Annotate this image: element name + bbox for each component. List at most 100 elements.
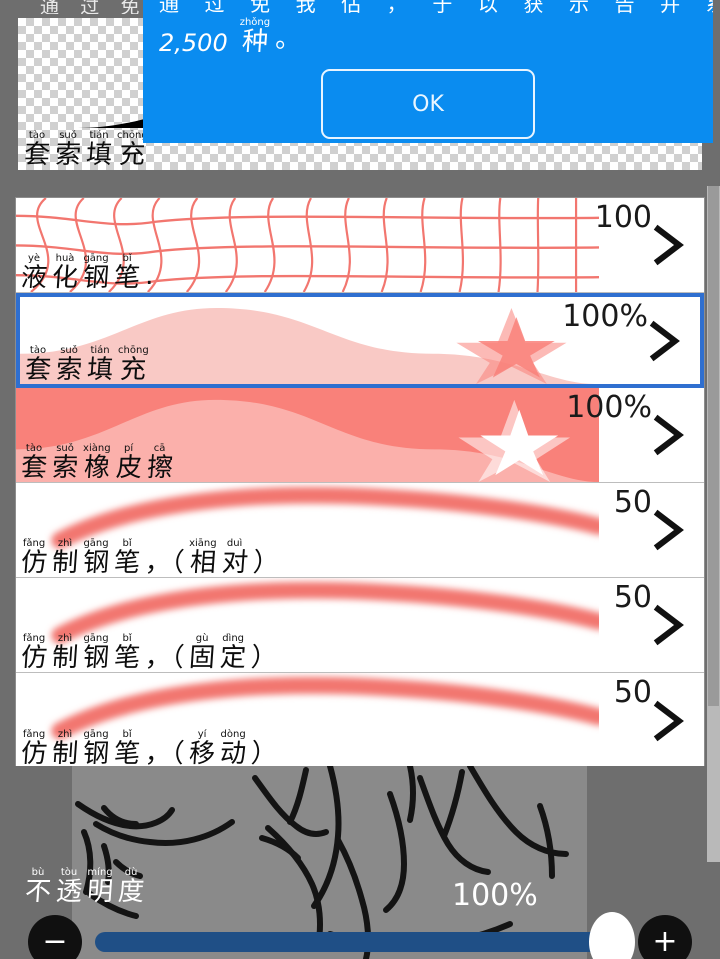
chevron-right-icon[interactable] <box>652 413 686 457</box>
minus-icon: − <box>42 924 68 959</box>
ok-button[interactable]: OK <box>321 69 535 139</box>
opacity-increase-button[interactable]: + <box>638 915 692 959</box>
opacity-label-hanzi-1: 透 <box>54 877 84 907</box>
tool-label-lasso-eraser-hanzi-4: 擦 <box>145 453 174 482</box>
tool-label-lasso-eraser-char-1: suǒ 索 <box>51 444 79 483</box>
tool-row-liquify-pen[interactable]: yè 液 huà 化 gāng 钢 bǐ 笔. 100 <box>16 198 704 293</box>
tool-label-clone-pen-moving-char-5: yí 移 <box>188 730 217 769</box>
scrollbar-track[interactable] <box>707 186 720 862</box>
opacity-label-char-0: bù 不 <box>24 868 52 908</box>
tool-label-clone-pen-moving-hanzi-4: ，（ <box>144 739 186 768</box>
plus-icon: + <box>652 924 678 959</box>
top-preview-label-char-0: tào 套 <box>22 131 52 171</box>
tool-row-lasso-fill[interactable]: tào 套 suǒ 索 tián 填 chōng 充 100% <box>16 293 704 388</box>
tool-label-clone-pen-moving-char-2: gāng 钢 <box>82 730 110 769</box>
dialog-count-row: 2,500 zhǒng 种。 <box>159 18 301 58</box>
tool-label-lasso-fill: tào 套 suǒ 索 tián 填 chōng 充 <box>23 346 149 385</box>
opacity-label-hanzi-3: 度 <box>116 877 146 907</box>
tool-label-clone-pen-moving-hanzi-5: 移 <box>188 739 217 768</box>
tool-label-clone-pen-relative-hanzi-5: 相 <box>188 548 217 577</box>
dialog-unit-hanzi-0: 种 <box>240 27 269 57</box>
tool-row-right-clone-pen-moving: 50 <box>599 673 704 768</box>
tool-label-lasso-fill-char-2: tián 填 <box>86 346 114 385</box>
tool-value-clone-pen-moving: 50 <box>613 675 652 710</box>
tool-label-clone-pen-relative-char-0: fǎng 仿 <box>19 539 49 578</box>
tool-label-clone-pen-fixed-hanzi-1: 制 <box>50 643 80 672</box>
tool-row-right-lasso-eraser: 100% <box>566 388 704 482</box>
tool-row-clone-pen-moving[interactable]: fǎng 仿 zhì 制 gāng 钢 bǐ 笔 ，（ yí 移 dòng 动 ） 50 <box>16 673 704 768</box>
tool-label-clone-pen-moving-hanzi-3: 笔 <box>112 739 142 768</box>
top-preview-label-hanzi-3: 充 <box>118 140 147 170</box>
top-preview-label-char-1: suǒ 索 <box>54 131 82 171</box>
tool-label-clone-pen-relative-hanzi-6: 对 <box>220 548 249 577</box>
tool-label-lasso-fill-char-3: chōng 充 <box>118 346 149 385</box>
tool-preview-clone-pen-relative: fǎng 仿 zhì 制 gāng 钢 bǐ 笔 ，（ xiāng 相 duì 对 ） <box>16 483 599 577</box>
opacity-decrease-button[interactable]: − <box>28 915 82 959</box>
chevron-right-icon[interactable] <box>652 508 686 552</box>
tool-label-clone-pen-moving-char-1: zhì 制 <box>50 730 80 769</box>
tool-preview-clone-pen-moving: fǎng 仿 zhì 制 gāng 钢 bǐ 笔 ，（ yí 移 dòng 动 ） <box>16 673 599 768</box>
tool-label-clone-pen-fixed-hanzi-7: ） <box>250 643 279 672</box>
tool-row-clone-pen-relative[interactable]: fǎng 仿 zhì 制 gāng 钢 bǐ 笔 ，（ xiāng 相 duì 对 ） 50 <box>16 483 704 578</box>
tool-label-lasso-eraser-char-4: cā 擦 <box>145 444 174 483</box>
tool-label-clone-pen-fixed-char-3: bǐ 笔 <box>112 634 142 673</box>
opacity-label-char-3: dù 度 <box>116 868 146 908</box>
tool-value-liquify-pen: 100 <box>594 200 652 235</box>
opacity-slider-track[interactable] <box>95 932 602 952</box>
tool-label-clone-pen-moving-hanzi-6: 动 <box>219 739 248 768</box>
tool-label-clone-pen-relative-char-3: bǐ 笔 <box>112 539 142 578</box>
tool-label-clone-pen-fixed-char-5: gù 固 <box>188 634 216 673</box>
tool-label-clone-pen-fixed-char-6: dìng 定 <box>219 634 247 673</box>
tool-row-right-liquify-pen: 100 <box>595 198 704 292</box>
tool-value-clone-pen-relative: 50 <box>613 485 652 520</box>
tool-label-clone-pen-fixed-hanzi-3: 笔 <box>112 643 142 672</box>
tool-row-clone-pen-fixed[interactable]: fǎng 仿 zhì 制 gāng 钢 bǐ 笔 ，（ gù 固 dìng 定 ） 50 <box>16 578 704 673</box>
chevron-right-icon[interactable] <box>652 223 686 267</box>
tool-label-clone-pen-fixed-char-2: gāng 钢 <box>81 634 111 673</box>
tool-label-clone-pen-relative-hanzi-0: 仿 <box>19 548 49 577</box>
top-preview-label-hanzi-0: 套 <box>22 140 52 170</box>
tool-label-liquify-pen-char-2: gāng 钢 <box>82 254 110 293</box>
tool-label-liquify-pen-hanzi-3: 笔 <box>112 263 142 292</box>
tool-value-clone-pen-fixed: 50 <box>613 580 652 615</box>
tool-label-clone-pen-relative-hanzi-3: 笔 <box>112 548 142 577</box>
tool-row-right-lasso-fill: 100% <box>562 297 700 384</box>
tool-label-lasso-fill-hanzi-0: 套 <box>23 355 53 384</box>
tool-list[interactable]: yè 液 huà 化 gāng 钢 bǐ 笔. 100 tào 套 suǒ 索 tián 填 chōng 充 1… <box>15 197 705 862</box>
tool-label-lasso-fill-hanzi-1: 索 <box>54 355 84 384</box>
top-preview-label: tào 套 suǒ 索 tián 填 chōng 充 <box>22 126 148 171</box>
chevron-right-icon[interactable] <box>652 603 686 647</box>
tool-label-clone-pen-fixed-hanzi-0: 仿 <box>19 643 49 672</box>
tool-label-clone-pen-relative-char-5: xiāng 相 <box>188 539 217 578</box>
tool-label-clone-pen-fixed-char-1: zhì 制 <box>50 634 80 673</box>
top-preview-label-hanzi-2: 填 <box>84 140 114 170</box>
tool-value-lasso-fill: 100% <box>562 299 648 334</box>
tool-row-right-clone-pen-relative: 50 <box>599 483 704 577</box>
scrollbar-thumb[interactable] <box>708 186 719 706</box>
tool-label-lasso-eraser-hanzi-2: 橡 <box>82 453 111 482</box>
tool-label-clone-pen-fixed: fǎng 仿 zhì 制 gāng 钢 bǐ 笔 ，（ gù 固 dìng 定 ） <box>19 634 279 673</box>
chevron-right-icon[interactable] <box>648 319 682 363</box>
tool-label-clone-pen-relative-char-4: ，（ <box>144 539 186 577</box>
tool-label-lasso-eraser-hanzi-0: 套 <box>19 453 49 482</box>
tool-label-clone-pen-fixed-char-7: ） <box>250 634 279 672</box>
tool-label-clone-pen-relative-char-2: gāng 钢 <box>82 539 110 578</box>
tool-preview-clone-pen-fixed: fǎng 仿 zhì 制 gāng 钢 bǐ 笔 ，（ gù 固 dìng 定 ） <box>16 578 599 672</box>
tool-label-clone-pen-moving-hanzi-1: 制 <box>50 739 80 768</box>
tool-label-lasso-eraser: tào 套 suǒ 索 xiàng 橡 pí 皮 cā 擦 <box>19 444 174 483</box>
dialog-text-line: 通 过 免 我 估 ， 于 以 获 示 告 并 系 构 ， 数 量 超 过 <box>159 0 713 16</box>
tool-label-clone-pen-moving-char-6: dòng 动 <box>219 730 248 769</box>
tool-label-lasso-fill-char-1: suǒ 索 <box>54 346 84 385</box>
tool-label-lasso-eraser-hanzi-3: 皮 <box>114 453 143 482</box>
tool-label-clone-pen-relative-hanzi-4: ，（ <box>144 548 186 577</box>
tool-label-lasso-eraser-char-0: tào 套 <box>19 444 49 483</box>
chevron-right-icon[interactable] <box>652 699 686 743</box>
tool-label-clone-pen-relative-char-6: duì 对 <box>220 539 249 578</box>
app-root: 通 过 免 我 估 ， 于 以 获 示 告 tào套suǒ索tián填chōng… <box>0 0 720 959</box>
tool-label-clone-pen-relative-hanzi-1: 制 <box>50 548 80 577</box>
tool-label-clone-pen-relative-char-1: zhì 制 <box>50 539 80 578</box>
opacity-label-char-2: míng 明 <box>86 868 114 908</box>
tool-label-clone-pen-fixed-hanzi-2: 钢 <box>81 643 111 672</box>
opacity-slider-thumb[interactable] <box>589 912 635 959</box>
tool-row-lasso-eraser[interactable]: tào 套 suǒ 索 xiàng 橡 pí 皮 cā 擦 100% <box>16 388 704 483</box>
